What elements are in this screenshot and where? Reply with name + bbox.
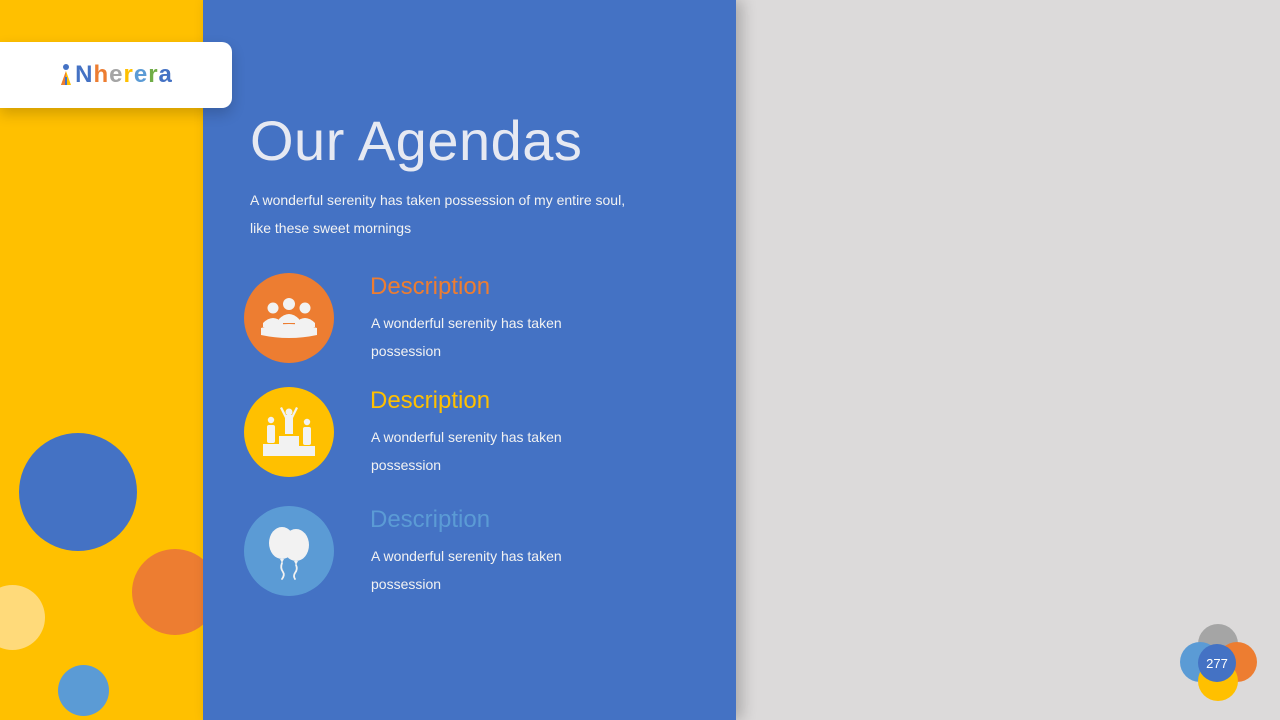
agenda-description: A wonderful serenity has taken possessio… bbox=[371, 315, 562, 359]
agenda-item: Description A wonderful serenity has tak… bbox=[244, 273, 604, 363]
logo-letter: N bbox=[75, 61, 94, 88]
logo-letter: r bbox=[123, 61, 134, 88]
logo-card: Nherera bbox=[0, 42, 232, 108]
agenda-description: A wonderful serenity has taken possessio… bbox=[371, 429, 562, 473]
logo-wordmark: Nherera bbox=[75, 61, 173, 89]
logo-mark-icon bbox=[59, 63, 73, 87]
agenda-item: Description A wonderful serenity has tak… bbox=[244, 387, 604, 477]
agenda-title: Description bbox=[370, 387, 491, 414]
agenda-icon-circle bbox=[244, 273, 334, 363]
decorative-circle-light-yellow bbox=[0, 585, 45, 650]
page-number: 277 bbox=[1198, 644, 1236, 682]
agenda-icon-circle bbox=[244, 387, 334, 477]
slide-title: Our Agendas bbox=[250, 109, 583, 172]
logo-letter: e bbox=[109, 61, 124, 88]
logo-letter: r bbox=[148, 61, 159, 88]
page-number-badge: 277 bbox=[1178, 622, 1260, 704]
slide-subtitle: A wonderful serenity has taken possessio… bbox=[250, 192, 626, 236]
logo-letter: h bbox=[93, 61, 110, 88]
decorative-circle-blue bbox=[19, 433, 137, 551]
meeting-group-icon bbox=[261, 298, 317, 338]
podium-winners-icon bbox=[263, 407, 315, 456]
agenda-icon-circle bbox=[244, 506, 334, 596]
decorative-circle-sky bbox=[58, 665, 109, 716]
agenda-title: Description bbox=[370, 273, 491, 300]
balloons-icon bbox=[269, 527, 309, 580]
logo-letter: e bbox=[133, 61, 149, 88]
agenda-item: Description A wonderful serenity has tak… bbox=[244, 506, 604, 596]
logo-letter: a bbox=[158, 61, 173, 88]
agenda-description: A wonderful serenity has taken possessio… bbox=[371, 548, 562, 592]
agenda-title: Description bbox=[370, 506, 491, 533]
